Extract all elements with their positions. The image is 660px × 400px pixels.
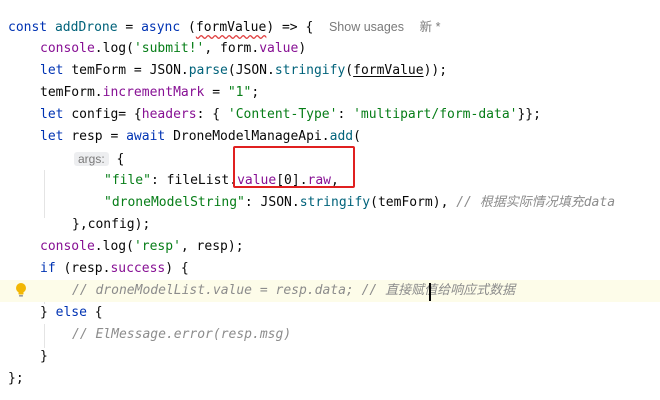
code-line-16[interactable]: } [40, 346, 660, 368]
method-log: .log( [94, 41, 134, 56]
brace-close: }}; [517, 107, 541, 122]
indent-guide [44, 324, 45, 348]
paren: ( [180, 20, 196, 35]
keyword-let: let [40, 107, 72, 122]
lightbulb-icon[interactable] [14, 282, 28, 298]
keyword-else: else [55, 305, 87, 320]
json-ref: (JSON. [227, 63, 275, 78]
method-log: .log( [94, 239, 134, 254]
colon: : [150, 173, 167, 188]
code-line-5[interactable]: let config= {headers: { 'Content-Type': … [40, 104, 660, 126]
operator: = { [118, 107, 142, 122]
method-stringify: stringify [274, 63, 346, 78]
property-success: success [110, 261, 166, 276]
code-line-6[interactable]: let resp = await DroneModelManageApi.add… [40, 126, 660, 148]
dot: . [94, 85, 103, 100]
keyword-let: let [40, 63, 72, 78]
function-name: addDrone [54, 20, 118, 35]
code-line-9[interactable]: "droneModelString": JSON.stringify(temFo… [104, 192, 660, 214]
paren: ( [345, 63, 354, 78]
string-literal: 'multipart/form-data' [353, 107, 518, 122]
string-literal: 'resp' [133, 239, 181, 254]
operator: = [117, 20, 142, 35]
call-args: , resp); [180, 239, 244, 254]
text-caret [429, 283, 431, 301]
condition-close: ) { [165, 261, 189, 276]
string-literal: 'submit!' [133, 41, 205, 56]
paren-close: ) [298, 41, 307, 56]
indent-guide [44, 170, 45, 218]
new-marker: 新 * [419, 20, 441, 34]
code-line-8[interactable]: "file": fileList.value[0].raw, [104, 170, 660, 192]
keyword-if: if [40, 261, 64, 276]
api-ref: DroneModelManageApi. [165, 129, 330, 144]
brace-open: { [86, 305, 103, 320]
operator: = [204, 85, 228, 100]
keyword-async: async [141, 20, 181, 35]
code-line-2[interactable]: console.log('submit!', form.value) [40, 38, 660, 60]
json-ref: = JSON. [126, 63, 189, 78]
paren: ( [353, 129, 361, 144]
property-headers: headers [141, 107, 197, 122]
identifier-console: console [40, 239, 95, 254]
variable-config: config [71, 107, 119, 122]
code-line-4[interactable]: temForm.incrementMark = "1"; [40, 82, 660, 104]
colon: : [337, 107, 354, 122]
string-literal: 'Content-Type' [227, 107, 338, 122]
show-usages-link[interactable]: Show usages [329, 20, 404, 34]
code-line-11[interactable]: console.log('resp', resp); [40, 236, 660, 258]
method-stringify: stringify [299, 195, 371, 210]
condition-open: (resp. [63, 261, 111, 276]
code-line-14[interactable]: } else { [40, 302, 660, 324]
call-args: (temForm), [370, 195, 457, 210]
variable-config: config [87, 217, 135, 232]
operator: = [102, 129, 127, 144]
string-literal: "1" [227, 85, 252, 100]
keyword-await: await [126, 129, 166, 144]
variable-fileList: fileList [166, 173, 230, 188]
paren-close: )); [423, 63, 448, 78]
comment: // droneModelList.value = resp.data; // … [72, 283, 516, 298]
brace-close: } [40, 305, 56, 320]
brace-close: } [40, 349, 48, 364]
parameter-hint: args: [74, 152, 109, 166]
code-line-17[interactable]: }; [8, 368, 660, 390]
keyword-const: const [8, 20, 55, 35]
property-value: value [259, 41, 299, 56]
parameter-formValue: formValue [195, 20, 267, 35]
form-ref: , form. [204, 41, 260, 56]
code-line-12[interactable]: if (resp.success) { [40, 258, 660, 280]
method-add: add [329, 129, 354, 144]
identifier-console: console [40, 41, 95, 56]
code-line-15[interactable]: // ElMessage.error(resp.msg) [72, 324, 660, 346]
method-parse: parse [188, 63, 228, 78]
code-line-1[interactable]: const addDrone = async (formValue) => { … [8, 16, 660, 38]
comment: // ElMessage.error(resp.msg) [72, 327, 292, 342]
code-line-7[interactable]: args: { [74, 148, 660, 170]
json-ref: : JSON. [244, 195, 300, 210]
variable-temForm: temForm [71, 63, 127, 78]
code-line-13[interactable]: // droneModelList.value = resp.data; // … [0, 280, 660, 302]
code-editor[interactable]: const addDrone = async (formValue) => { … [0, 0, 660, 400]
string-key: "file" [104, 173, 151, 188]
colon: : { [196, 107, 228, 122]
brace-close: }, [72, 217, 88, 232]
brace-close: }; [8, 371, 24, 386]
annotation-highlight-box [233, 146, 355, 188]
brace-open: { [108, 152, 125, 167]
property-incrementMark: incrementMark [102, 85, 205, 100]
paren-close: ); [134, 217, 151, 232]
inline-comment: // 根据实际情况填充data [456, 195, 616, 210]
arrow-brace: ) => { [266, 20, 314, 35]
variable-temForm: temForm [40, 85, 95, 100]
string-key: "droneModelString" [104, 195, 245, 210]
code-line-3[interactable]: let temForm = JSON.parse(JSON.stringify(… [40, 60, 660, 82]
code-line-10[interactable]: },config); [72, 214, 660, 236]
keyword-let: let [40, 129, 72, 144]
parameter-formValue: formValue [353, 63, 424, 78]
variable-resp: resp [71, 129, 103, 144]
semicolon: ; [251, 85, 260, 100]
